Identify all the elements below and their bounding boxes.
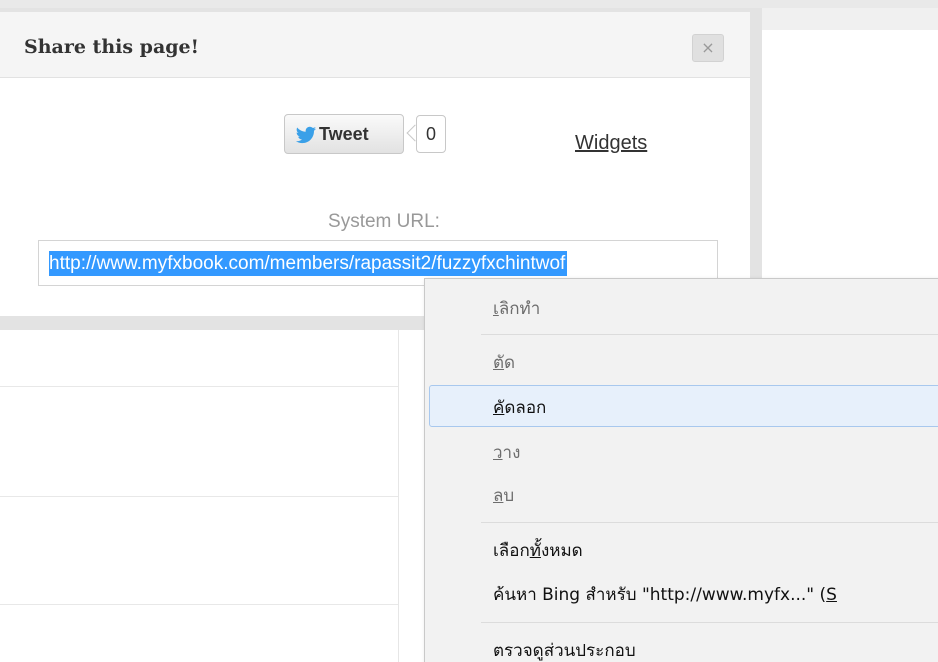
tweet-count: 0	[416, 115, 446, 153]
twitter-bird-icon	[295, 126, 317, 144]
context-menu: เลิกทำ ตัด คัดลอก วาง ลบ เลือกทั้งหมด ค้…	[424, 278, 938, 662]
page-row-divider	[0, 496, 398, 497]
close-icon: ×	[701, 38, 715, 57]
context-menu-gutter	[425, 279, 475, 662]
system-url-label: System URL:	[328, 211, 440, 232]
widgets-link[interactable]: Widgets	[575, 132, 647, 155]
modal-title: Share this page!	[24, 36, 199, 58]
menu-separator	[481, 522, 938, 523]
menu-item-delete[interactable]: ลบ	[493, 484, 514, 508]
menu-separator	[481, 334, 938, 335]
menu-item-cut[interactable]: ตัด	[493, 351, 515, 375]
tweet-label: Tweet	[319, 124, 369, 144]
page-column-divider	[398, 330, 399, 662]
menu-item-copy[interactable]: คัดลอก	[493, 396, 546, 420]
tweet-button[interactable]: Tweet	[284, 114, 404, 154]
menu-item-inspect-element[interactable]: ตรวจดูส่วนประกอบ	[493, 639, 636, 662]
page-row-divider	[0, 386, 398, 387]
menu-item-select-all[interactable]: เลือกทั้งหมด	[493, 539, 583, 563]
menu-item-search-bing[interactable]: ค้นหา Bing สำหรับ "http://www.myfx..." (…	[493, 583, 837, 607]
share-modal: Share this page! × Tweet 0 Widgets Syste…	[0, 12, 750, 316]
system-url-selected-text: http://www.myfxbook.com/members/rapassit…	[49, 251, 568, 276]
menu-item-paste[interactable]: วาง	[493, 441, 520, 465]
menu-item-undo[interactable]: เลิกทำ	[493, 297, 540, 321]
modal-header: Share this page! ×	[0, 12, 750, 78]
page-top-strip	[0, 0, 938, 8]
menu-separator	[481, 622, 938, 623]
close-button[interactable]: ×	[692, 34, 724, 62]
browser-viewport: Share this page! × Tweet 0 Widgets Syste…	[0, 0, 938, 662]
page-side-column	[762, 8, 938, 30]
page-row-divider	[0, 604, 398, 605]
